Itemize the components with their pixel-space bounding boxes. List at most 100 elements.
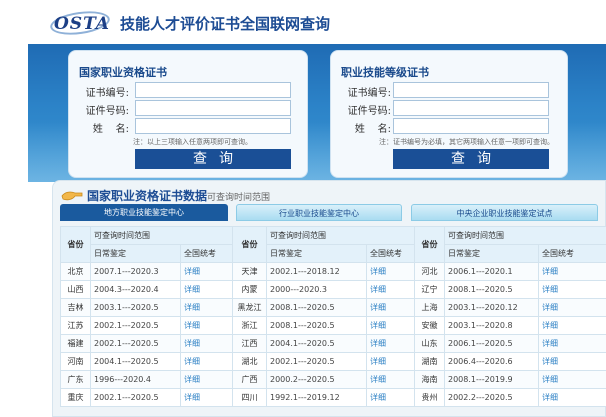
detail-link[interactable]: 详细 <box>538 388 606 407</box>
province-cell: 吉林 <box>60 298 91 317</box>
daily-range-cell: 2004.1---2020.5 <box>266 334 367 353</box>
daily-range-cell: 2002.1---2020.5 <box>90 334 181 353</box>
detail-link[interactable]: 详细 <box>538 298 606 317</box>
table-row: 重庆 2002.1---2020.5 详细 四川 1992.1---2019.12 详细贵… <box>60 388 606 407</box>
daily-header: 日常鉴定 <box>444 244 539 263</box>
detail-link[interactable]: 详细 <box>366 352 415 371</box>
detail-link[interactable]: 详细 <box>366 280 415 299</box>
daily-range-cell: 2008.1---2020.5 <box>266 298 367 317</box>
table-row: 山西 2004.3---2020.4 详细 内蒙 2000---2020.3 详细 辽宁 20… <box>60 280 606 299</box>
detail-link[interactable]: 详细 <box>366 334 415 353</box>
daily-range-cell: 2007.1---2020.3 <box>90 262 181 281</box>
daily-range-cell: 2008.1---2020.5 <box>266 316 367 335</box>
daily-range-cell: 2002.1---2020.5 <box>90 388 181 407</box>
table-header-row: 省份 可查询时间范围 省份 可查询时间范围 省份 可查询时间范围 <box>60 226 606 263</box>
tab-local-centers[interactable]: 地方职业技能鉴定中心 <box>60 204 228 221</box>
daily-range-cell: 1996---2020.4 <box>90 370 181 389</box>
province-cell: 海南 <box>414 370 445 389</box>
name-row: 姓 名: <box>331 118 567 135</box>
tab-industry-centers[interactable]: 行业职业技能鉴定中心 <box>236 204 402 221</box>
id-number-row: 证件号码: <box>69 100 307 117</box>
tab-central-enterprise-sites[interactable]: 中央企业职业技能鉴定试点 <box>411 204 598 221</box>
national-cert-query-panel: 国家职业资格证书 证书编号: 证件号码: 姓 名: 注：以上三项输入任意两项即可… <box>68 50 308 178</box>
cert-number-input[interactable] <box>393 82 549 98</box>
daily-range-cell: 2002.1---2018.12 <box>266 262 367 281</box>
query-button[interactable]: 查询 <box>393 149 549 169</box>
province-cell: 浙江 <box>232 316 267 335</box>
name-input[interactable] <box>393 118 549 134</box>
detail-link[interactable]: 详细 <box>180 352 233 371</box>
province-cell: 湖北 <box>232 352 267 371</box>
detail-link[interactable]: 详细 <box>366 298 415 317</box>
daily-range-cell: 2000---2020.3 <box>266 280 367 299</box>
daily-range-cell: 2003.1---2020.5 <box>90 298 181 317</box>
detail-link[interactable]: 详细 <box>538 280 606 299</box>
table-row: 福建 2002.1---2020.5 详细 江西 2004.1---2020.5 详细 山东… <box>60 334 606 353</box>
detail-link[interactable]: 详细 <box>538 334 606 353</box>
daily-range-cell: 2003.1---2020.8 <box>444 316 539 335</box>
id-number-label: 证件号码: <box>85 106 129 117</box>
cert-number-label: 证书编号: <box>85 88 129 99</box>
range-header: 可查询时间范围 <box>444 226 606 245</box>
table-row: 河南 2004.1---2020.5 详细 湖北 2002.1---2020.5 详细 湖南… <box>60 352 606 371</box>
detail-link[interactable]: 详细 <box>538 352 606 371</box>
osta-logo: OSTA <box>48 7 112 39</box>
site-title: 技能人才评价证书全国联网查询 <box>120 15 331 33</box>
query-button[interactable]: 查询 <box>135 149 291 169</box>
province-cell: 天津 <box>232 262 267 281</box>
detail-link[interactable]: 详细 <box>366 370 415 389</box>
detail-link[interactable]: 详细 <box>180 316 233 335</box>
cert-number-row: 证书编号: <box>331 82 567 99</box>
name-input[interactable] <box>135 118 291 134</box>
table-row: 江苏 2002.1---2020.5 详细 浙江 2008.1---2020.5 详细 安徽… <box>60 316 606 335</box>
panel-title: 国家职业资格证书 <box>79 66 167 79</box>
province-cell: 江西 <box>232 334 267 353</box>
province-cell: 山东 <box>414 334 445 353</box>
detail-link[interactable]: 详细 <box>538 316 606 335</box>
id-number-input[interactable] <box>393 100 549 116</box>
daily-range-cell: 2004.1---2020.5 <box>90 352 181 371</box>
detail-link[interactable]: 详细 <box>366 262 415 281</box>
cert-number-label: 证书编号: <box>347 88 391 99</box>
province-cell: 江苏 <box>60 316 91 335</box>
province-cell: 四川 <box>232 388 267 407</box>
detail-link[interactable]: 详细 <box>180 370 233 389</box>
detail-link[interactable]: 详细 <box>180 280 233 299</box>
table-subheader-row: 日常鉴定 全国统考 日常鉴定 全国统考 日常鉴定 全国统考 <box>61 244 606 263</box>
detail-link[interactable]: 详细 <box>538 262 606 281</box>
daily-header: 日常鉴定 <box>266 244 367 263</box>
site-header: OSTA 技能人才评价证书全国联网查询 <box>0 0 606 44</box>
daily-range-cell: 2000.2---2020.5 <box>266 370 367 389</box>
daily-range-cell: 2003.1---2020.12 <box>444 298 539 317</box>
query-note: 注：证书编号为必填，其它两项输入任意一项即可查询。 <box>379 138 554 146</box>
detail-link[interactable]: 详细 <box>180 298 233 317</box>
table-row: 吉林 2003.1---2020.5 详细 黑龙江 2008.1---2020.5 详细上… <box>60 298 606 317</box>
exam-header: 全国统考 <box>366 244 415 263</box>
data-section-title: 国家职业资格证书数据 <box>87 189 208 203</box>
daily-range-cell: 2002.1---2020.5 <box>90 316 181 335</box>
detail-link[interactable]: 详细 <box>366 316 415 335</box>
range-header: 可查询时间范围 <box>266 226 415 245</box>
cert-number-input[interactable] <box>135 82 291 98</box>
daily-range-cell: 2004.3---2020.4 <box>90 280 181 299</box>
daily-range-cell: 1992.1---2019.12 <box>266 388 367 407</box>
province-cell: 山西 <box>60 280 91 299</box>
detail-link[interactable]: 详细 <box>180 334 233 353</box>
province-cell: 黑龙江 <box>232 298 267 317</box>
skill-level-query-panel: 职业技能等级证书 证书编号: 证件号码: 姓 名: 注：证书编号为必填，其它两项… <box>330 50 568 178</box>
page: OSTA 技能人才评价证书全国联网查询 国家职业资格证书 证书编号: 证件号码:… <box>0 0 606 417</box>
detail-link[interactable]: 详细 <box>538 370 606 389</box>
province-cell: 安徽 <box>414 316 445 335</box>
detail-link[interactable]: 详细 <box>180 262 233 281</box>
daily-range-cell: 2008.1---2020.5 <box>444 280 539 299</box>
province-cell: 上海 <box>414 298 445 317</box>
daily-range-cell: 2002.2---2020.5 <box>444 388 539 407</box>
detail-link[interactable]: 详细 <box>366 388 415 407</box>
range-header: 可查询时间范围 <box>90 226 233 245</box>
table-row: 广东 1996---2020.4 详细 广西 2000.2---2020.5 详细 海南 20… <box>60 370 606 389</box>
province-cell: 辽宁 <box>414 280 445 299</box>
province-cell: 广西 <box>232 370 267 389</box>
detail-link[interactable]: 详细 <box>180 388 233 407</box>
id-number-input[interactable] <box>135 100 291 116</box>
province-cell: 贵州 <box>414 388 445 407</box>
